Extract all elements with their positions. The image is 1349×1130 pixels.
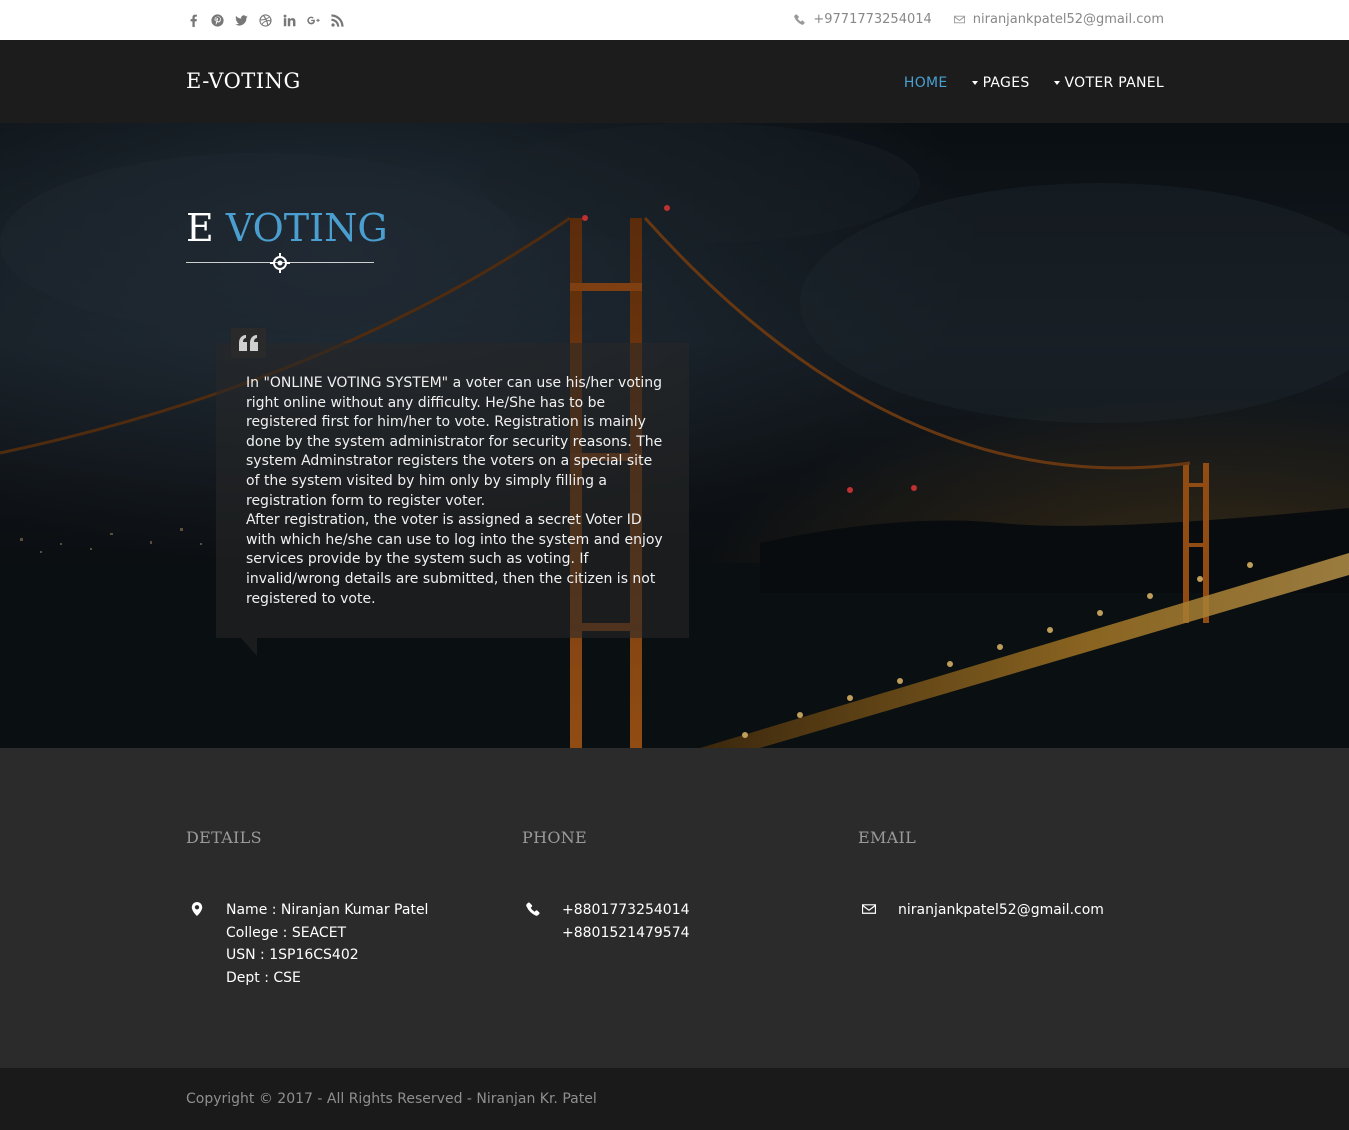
- email-lines: niranjankpatel52@gmail.com: [898, 899, 1104, 922]
- description-paragraph-1: In "ONLINE VOTING SYSTEM" a voter can us…: [246, 375, 663, 509]
- details-college: College : SEACET: [226, 924, 347, 941]
- google-plus-icon[interactable]: [306, 12, 320, 28]
- contact-info-section: DETAILS Name : Niranjan Kumar Patel Coll…: [0, 748, 1349, 1068]
- menu-home-label[interactable]: HOME: [904, 75, 948, 91]
- dribbble-icon[interactable]: [258, 12, 272, 28]
- hero-section: E VOTING In "ONLINE VOTING SYSTEM" a vot…: [0, 123, 1349, 748]
- menu-home[interactable]: HOME: [904, 75, 948, 91]
- envelope-icon: [953, 15, 965, 24]
- phone-number-2[interactable]: +8801521479574: [562, 922, 690, 945]
- copyright-text: Copyright © 2017 - All Rights Reserved -…: [186, 1091, 597, 1107]
- hero-title: E VOTING: [186, 206, 388, 250]
- linkedin-icon[interactable]: [282, 12, 296, 28]
- map-marker-icon: [186, 899, 208, 989]
- email-column: EMAIL niranjankpatel52@gmail.com: [858, 828, 1104, 922]
- caret-down-icon: [971, 81, 978, 85]
- hero-title-accent: VOTING: [225, 206, 388, 250]
- details-lines: Name : Niranjan Kumar Patel College : SE…: [226, 899, 428, 989]
- phone-lines: +8801773254014 +8801521479574: [562, 899, 690, 944]
- top-phone-text: +9771773254014: [813, 12, 932, 27]
- description-text: In "ONLINE VOTING SYSTEM" a voter can us…: [246, 374, 666, 609]
- menu-pages-label[interactable]: PAGES: [983, 75, 1030, 91]
- phone-icon: [794, 14, 806, 25]
- email-address[interactable]: niranjankpatel52@gmail.com: [898, 899, 1104, 922]
- phone-icon: [522, 899, 544, 944]
- hero-title-plain: E: [186, 206, 214, 250]
- navbar: E-VOTING HOME PAGES VOTER PANEL: [0, 40, 1349, 123]
- top-phone: +9771773254014: [794, 12, 932, 27]
- menu-voter-panel-label[interactable]: VOTER PANEL: [1065, 75, 1164, 91]
- copyright-bar: Copyright © 2017 - All Rights Reserved -…: [0, 1068, 1349, 1130]
- details-name: Name : Niranjan Kumar Patel: [226, 902, 429, 918]
- details-heading: DETAILS: [186, 828, 262, 847]
- description-box-tail: [241, 638, 257, 656]
- details-usn: USN : 1SP16CS402: [226, 947, 359, 964]
- envelope-icon: [858, 899, 880, 922]
- twitter-icon[interactable]: [234, 12, 248, 28]
- top-email[interactable]: niranjankpatel52@gmail.com: [953, 12, 1164, 27]
- description-paragraph-2: After registration, the voter is assigne…: [246, 512, 663, 607]
- top-contact: +9771773254014 niranjankpatel52@gmail.co…: [794, 12, 1164, 27]
- details-dept: Dept : CSE: [226, 969, 301, 986]
- main-menu: HOME PAGES VOTER PANEL: [904, 75, 1164, 91]
- details-column: DETAILS Name : Niranjan Kumar Patel Coll…: [186, 828, 428, 989]
- phone-column: PHONE +8801773254014 +8801521479574: [522, 828, 690, 944]
- rss-icon[interactable]: [330, 12, 344, 28]
- facebook-icon[interactable]: [186, 12, 200, 28]
- crosshair-icon: [270, 253, 290, 273]
- phone-heading: PHONE: [522, 828, 588, 847]
- top-bar: +9771773254014 niranjankpatel52@gmail.co…: [0, 0, 1349, 40]
- email-heading: EMAIL: [858, 828, 917, 847]
- caret-down-icon: [1053, 81, 1060, 85]
- top-email-text[interactable]: niranjankpatel52@gmail.com: [973, 12, 1164, 27]
- social-links: [186, 12, 344, 28]
- phone-number-1[interactable]: +8801773254014: [562, 899, 690, 922]
- pinterest-icon[interactable]: [210, 12, 224, 28]
- brand-logo[interactable]: E-VOTING: [186, 69, 301, 93]
- menu-voter-panel[interactable]: VOTER PANEL: [1053, 75, 1164, 91]
- quote-icon: [231, 328, 266, 358]
- menu-pages[interactable]: PAGES: [971, 75, 1030, 91]
